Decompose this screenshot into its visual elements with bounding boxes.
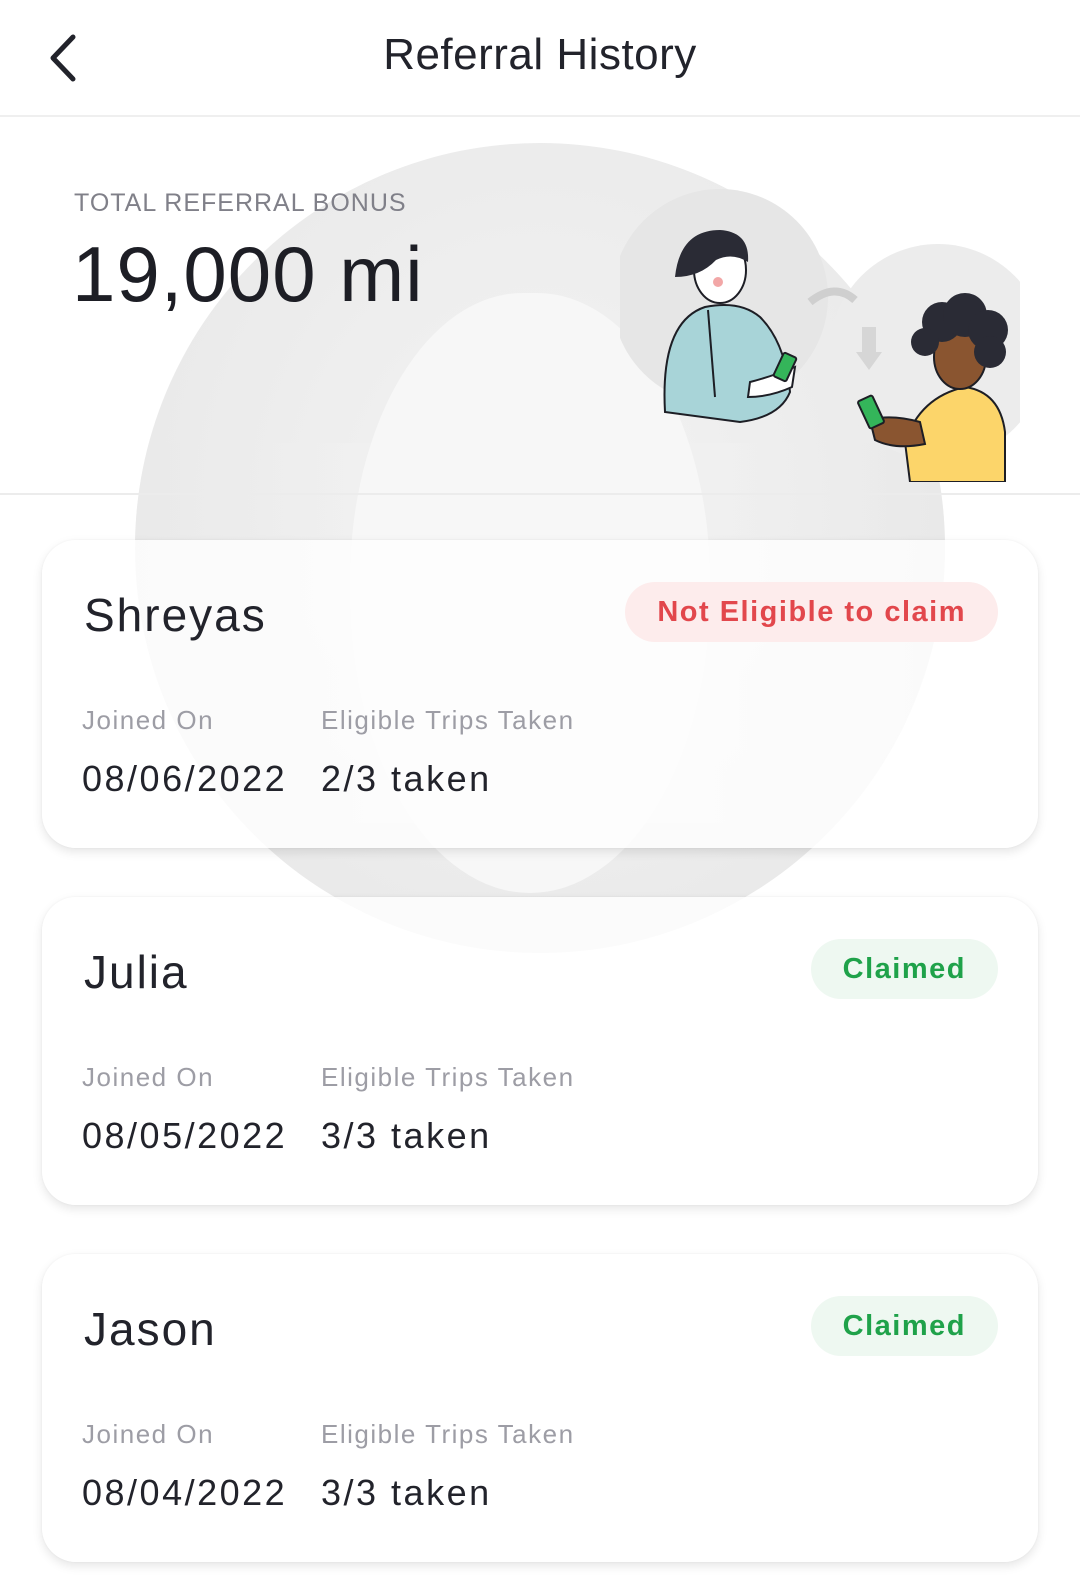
trips-label: Eligible Trips Taken [321, 1062, 575, 1092]
referral-people-illustration [620, 189, 1020, 482]
status-badge: Claimed [810, 1296, 998, 1356]
referral-card[interactable]: Jason Claimed Joined On Eligible Trips T… [42, 1254, 1038, 1562]
joined-date: 08/04/2022 [82, 1472, 288, 1513]
joined-label: Joined On [82, 1062, 215, 1092]
joined-label: Joined On [82, 1419, 215, 1449]
trips-count: 3/3 taken [321, 1115, 492, 1156]
trips-count: 3/3 taken [321, 1472, 492, 1513]
app-header: Referral History [0, 0, 1080, 117]
joined-date: 08/05/2022 [82, 1115, 288, 1156]
referral-name: Julia [84, 946, 189, 998]
bonus-label: TOTAL REFERRAL BONUS [74, 189, 407, 217]
trips-label: Eligible Trips Taken [321, 1419, 575, 1449]
status-badge: Claimed [810, 939, 998, 999]
trips-label: Eligible Trips Taken [321, 705, 575, 735]
referral-card[interactable]: Julia Claimed Joined On Eligible Trips T… [42, 897, 1038, 1205]
joined-label: Joined On [82, 705, 215, 735]
bonus-value: 19,000 mi [72, 230, 424, 318]
referral-name: Jason [84, 1303, 217, 1355]
trips-count: 2/3 taken [321, 758, 492, 799]
status-badge: Not Eligible to claim [625, 582, 998, 642]
referral-name: Shreyas [84, 589, 267, 641]
bonus-summary: TOTAL REFERRAL BONUS 19,000 mi [0, 117, 1080, 495]
referral-card[interactable]: Shreyas Not Eligible to claim Joined On … [42, 540, 1038, 848]
page-title: Referral History [383, 30, 697, 79]
joined-date: 08/06/2022 [82, 758, 288, 799]
